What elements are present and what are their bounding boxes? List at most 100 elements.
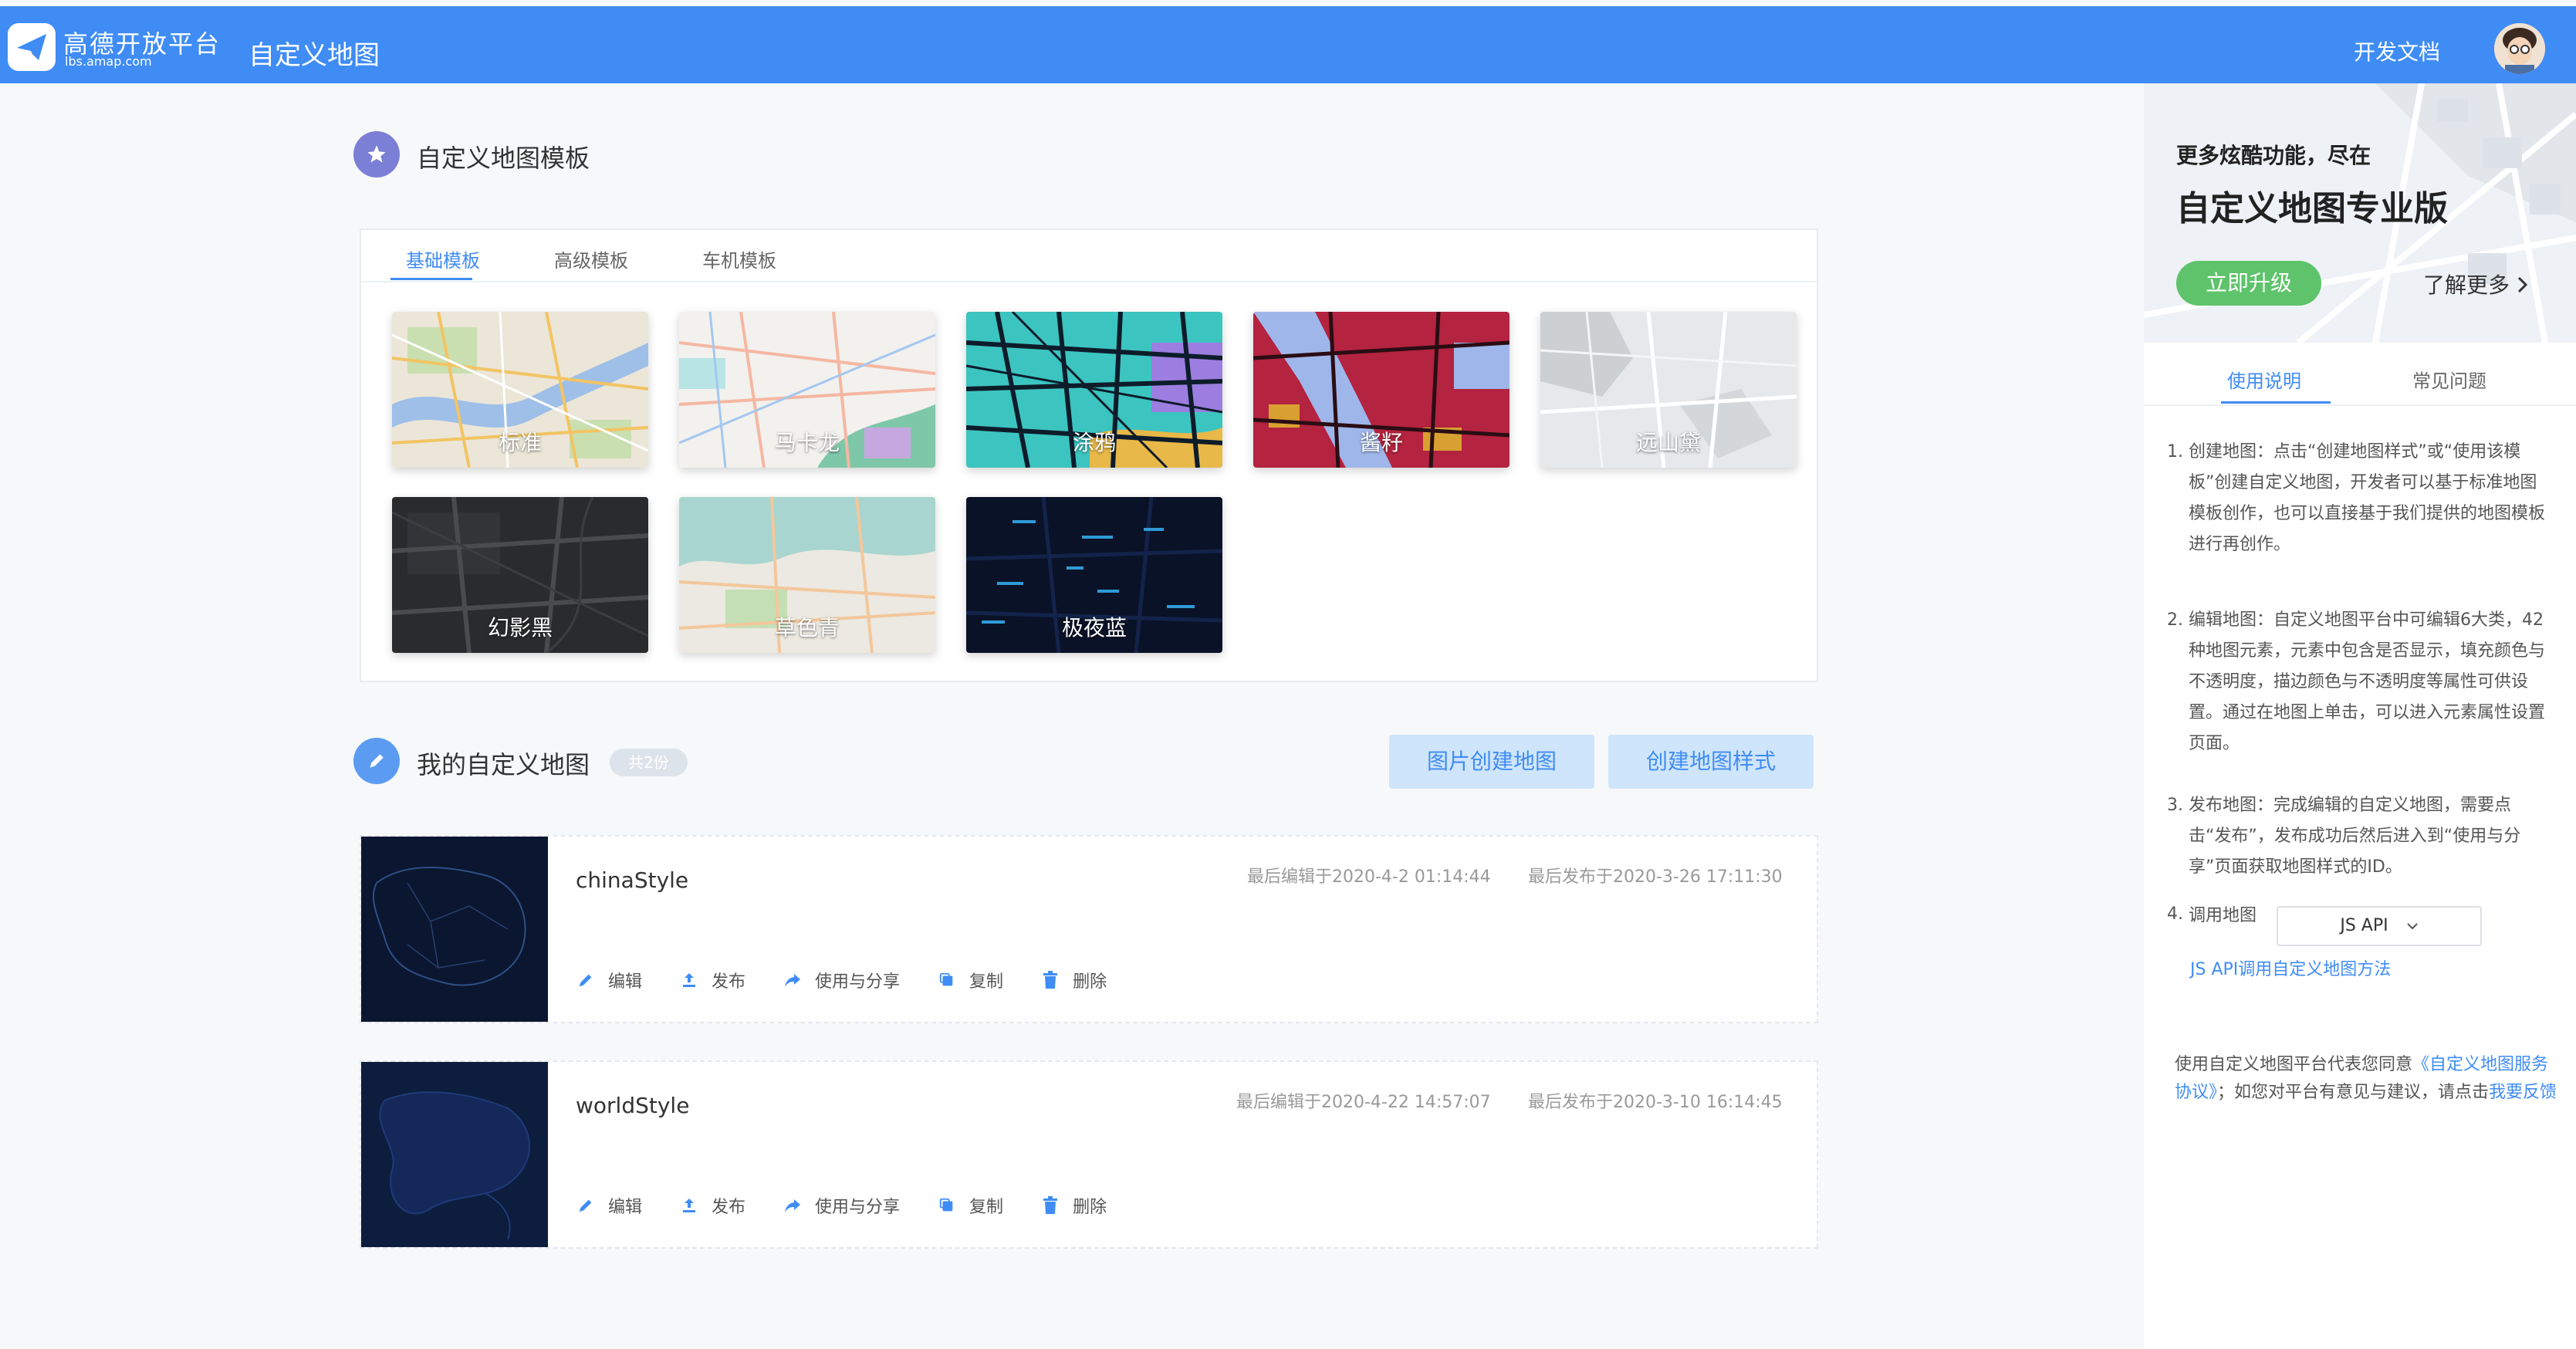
template-card-standard[interactable]: 标准 [392, 312, 648, 468]
trash-icon [1040, 1195, 1060, 1215]
call-map-label: 调用地图 [2189, 906, 2257, 925]
map-name[interactable]: chinaStyle [576, 867, 688, 893]
action-label: 复制 [969, 1198, 1004, 1217]
js-api-method-link[interactable]: JS API调用自定义地图方法 [2190, 955, 2391, 980]
template-card-graffiti[interactable]: 涂鸦 [966, 312, 1222, 468]
last-edit-time: 最后编辑于2020-4-2 01:14:44 [1247, 867, 1491, 887]
instruction-number: 2. [2167, 610, 2183, 630]
active-tab-indicator [390, 278, 472, 280]
map-card-chinastyle: chinaStyle 最后编辑于2020-4-2 01:14:44 最后发布于2… [360, 835, 1818, 1023]
map-actions: 编辑 发布 使用与分享 复制 删除 [576, 968, 1144, 992]
call-map-row: 4. 调用地图 [2167, 901, 2257, 926]
delete-button[interactable]: 删除 [1040, 968, 1107, 992]
user-avatar[interactable] [2494, 23, 2545, 74]
templates-panel: 基础模板 高级模板 车机模板 标准 马卡龙 涂鸦 酱籽 远山黛 幻影黑 草色青 … [360, 228, 1818, 682]
last-edit-time: 最后编辑于2020-4-22 14:57:07 [1236, 1093, 1491, 1112]
instruction-number: 4. [2167, 904, 2183, 924]
template-label: 涂鸦 [1072, 430, 1116, 455]
tab-usage-instructions[interactable]: 使用说明 [2227, 366, 2301, 393]
publish-button[interactable]: 发布 [679, 968, 745, 992]
action-label: 使用与分享 [815, 972, 901, 992]
copy-icon [937, 970, 957, 990]
template-label: 马卡龙 [774, 430, 840, 455]
template-card-grass-green[interactable]: 草色青 [679, 497, 935, 653]
map-thumbnail[interactable] [361, 1062, 548, 1247]
create-map-style-button[interactable]: 创建地图样式 [1608, 735, 1814, 789]
use-share-button[interactable]: 使用与分享 [783, 968, 900, 992]
template-card-sauce[interactable]: 酱籽 [1253, 312, 1509, 468]
app-title[interactable]: 自定义地图 [248, 34, 380, 72]
action-label: 复制 [969, 972, 1004, 992]
instruction-item: 3. 发布地图：完成编辑的自定义地图，需要点击“发布”，发布成功后然后进入到“使… [2167, 790, 2553, 883]
share-arrow-icon [783, 970, 803, 990]
edit-button[interactable]: 编辑 [576, 1193, 642, 1218]
instruction-item: 1. 创建地图：点击“创建地图样式”或“使用该模板”创建自定义地图，开发者可以基… [2167, 437, 2553, 560]
top-navbar: 高德开放平台 lbs.amap.com 自定义地图 开发文档 [0, 6, 2576, 83]
star-icon [353, 131, 400, 178]
map-card-worldstyle: worldStyle 最后编辑于2020-4-22 14:57:07 最后发布于… [360, 1060, 1818, 1249]
upgrade-now-button[interactable]: 立即升级 [2176, 261, 2321, 306]
instruction-number: 1. [2167, 442, 2183, 462]
map-name[interactable]: worldStyle [576, 1093, 689, 1118]
copy-icon [937, 1195, 957, 1215]
template-label: 酱籽 [1359, 430, 1403, 455]
copy-button[interactable]: 复制 [937, 1193, 1003, 1218]
image-create-map-button[interactable]: 图片创建地图 [1389, 735, 1594, 789]
feedback-link[interactable]: 我要反馈 [2489, 1083, 2557, 1102]
instruction-item: 2. 编辑地图：自定义地图平台中可编辑6大类，42种地图元素，元素中包含是否显示… [2167, 605, 2553, 759]
template-card-yuanshandai[interactable]: 远山黛 [1540, 312, 1797, 468]
action-label: 发布 [712, 1198, 746, 1217]
pencil-icon [576, 1195, 596, 1215]
templates-title: 自定义地图模板 [417, 144, 590, 173]
api-type-value: JS API [2340, 916, 2388, 935]
chevron-right-icon [2517, 274, 2529, 299]
tab-basic-templates[interactable]: 基础模板 [406, 245, 480, 272]
learn-more-link[interactable]: 了解更多 [2423, 269, 2529, 299]
upload-icon [679, 970, 699, 990]
copy-button[interactable]: 复制 [937, 968, 1003, 992]
map-thumbnail[interactable] [361, 837, 548, 1022]
tab-faq[interactable]: 常见问题 [2412, 366, 2486, 393]
instruction-text: 编辑地图：自定义地图平台中可编辑6大类，42种地图元素，元素中包含是否显示，填充… [2189, 610, 2546, 753]
template-card-macaron[interactable]: 马卡龙 [679, 312, 935, 468]
dev-docs-link[interactable]: 开发文档 [2354, 36, 2440, 66]
pencil-icon [576, 970, 596, 990]
action-label: 删除 [1073, 1198, 1107, 1217]
agreement-middle: ；如您对平台有意见与建议，请点击 [2217, 1083, 2490, 1102]
edit-button[interactable]: 编辑 [576, 968, 642, 992]
action-label: 使用与分享 [815, 1198, 901, 1217]
template-card-night-blue[interactable]: 极夜蓝 [966, 497, 1222, 653]
action-label: 删除 [1073, 972, 1107, 992]
promo-subtitle: 更多炫酷功能，尽在 [2176, 143, 2371, 168]
last-publish-time: 最后发布于2020-3-10 16:14:45 [1528, 1093, 1783, 1112]
use-share-button[interactable]: 使用与分享 [783, 1193, 900, 1218]
tab-vehicle-templates[interactable]: 车机模板 [702, 245, 776, 272]
paper-plane-icon [17, 34, 46, 60]
my-maps-title: 我的自定义地图 [417, 750, 590, 779]
tab-advanced-templates[interactable]: 高级模板 [554, 245, 628, 272]
upload-icon [679, 1195, 699, 1215]
api-type-select[interactable]: JS API [2277, 906, 2482, 946]
template-label: 远山黛 [1635, 430, 1701, 455]
map-actions: 编辑 发布 使用与分享 复制 删除 [576, 1193, 1144, 1218]
action-label: 发布 [712, 972, 746, 992]
template-card-phantom-black[interactable]: 幻影黑 [392, 497, 648, 653]
action-label: 编辑 [608, 972, 643, 992]
agreement-prefix: 使用自定义地图平台代表您同意 [2175, 1055, 2413, 1074]
delete-button[interactable]: 删除 [1040, 1193, 1107, 1218]
active-tab-indicator [2221, 401, 2331, 404]
share-arrow-icon [783, 1195, 803, 1215]
map-count-badge: 共2份 [610, 749, 688, 776]
template-label: 极夜蓝 [1061, 615, 1127, 641]
pro-upgrade-banner: 更多炫酷功能，尽在 自定义地图专业版 立即升级 了解更多 [2144, 83, 2576, 343]
learn-more-label: 了解更多 [2423, 272, 2510, 298]
template-label: 草色青 [774, 615, 840, 641]
action-label: 编辑 [608, 1198, 643, 1217]
instruction-text: 创建地图：点击“创建地图样式”或“使用该模板”创建自定义地图，开发者可以基于标准… [2189, 442, 2546, 554]
instruction-number: 3. [2167, 796, 2183, 815]
promo-title: 自定义地图专业版 [2176, 189, 2448, 228]
amap-logo[interactable] [8, 23, 56, 71]
trash-icon [1040, 970, 1060, 990]
template-label: 标准 [498, 430, 542, 455]
publish-button[interactable]: 发布 [679, 1193, 745, 1218]
